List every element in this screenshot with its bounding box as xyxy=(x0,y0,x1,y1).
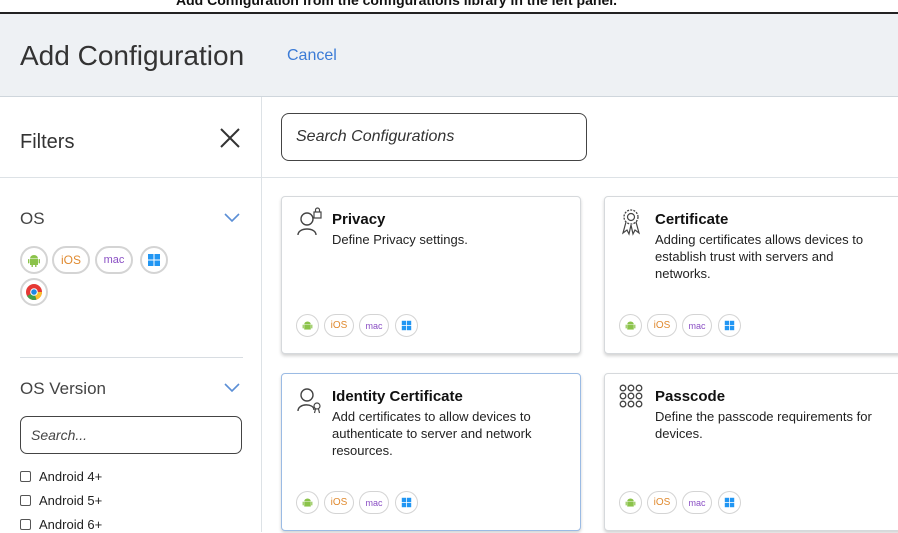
cancel-link[interactable]: Cancel xyxy=(287,47,337,65)
certificate-icon xyxy=(619,207,643,242)
mac-badge: mac xyxy=(682,314,712,337)
os-version-filter-title: OS Version xyxy=(20,379,106,398)
android-icon xyxy=(619,314,642,337)
config-card-privacy[interactable]: Privacy Define Privacy settings. iOS mac xyxy=(281,196,581,354)
card-title: Passcode xyxy=(655,388,726,405)
ios-badge: iOS xyxy=(324,314,354,337)
windows-icon xyxy=(147,253,161,267)
os-filter-windows[interactable] xyxy=(140,246,168,274)
checkbox[interactable] xyxy=(20,494,31,506)
config-card-certificate[interactable]: Certificate Adding certificates allows d… xyxy=(604,196,898,354)
config-card-passcode[interactable]: Passcode Define the passcode requirement… xyxy=(604,373,898,531)
card-description: Define the passcode requirements for dev… xyxy=(655,409,872,441)
windows-icon xyxy=(395,314,418,337)
checkbox[interactable] xyxy=(20,518,31,530)
android-icon xyxy=(26,252,42,268)
cropped-top-text: Add Configuration from the configuration… xyxy=(176,0,618,8)
os-version-option[interactable]: Android 6+ xyxy=(20,515,102,533)
filters-sidebar: Filters OS iOS mac OS Version Android 4+… xyxy=(0,97,262,532)
config-card-identity-certificate[interactable]: Identity Certificate Add certificates to… xyxy=(281,373,581,531)
os-filter-android[interactable] xyxy=(20,246,48,274)
page-title: Add Configuration xyxy=(20,40,245,71)
os-filter-ios[interactable]: iOS xyxy=(52,246,90,274)
cropped-top-strip: Add Configuration from the configuration… xyxy=(0,0,898,12)
android-icon xyxy=(296,491,319,514)
os-filter-mac[interactable]: mac xyxy=(95,246,133,274)
chrome-icon xyxy=(25,283,43,301)
windows-icon xyxy=(718,491,741,514)
mac-badge: mac xyxy=(359,491,389,514)
mac-badge: mac xyxy=(682,491,712,514)
close-icon[interactable] xyxy=(219,127,241,149)
filters-header: Filters xyxy=(0,97,261,178)
card-title: Identity Certificate xyxy=(332,388,463,405)
privacy-icon xyxy=(296,207,324,242)
os-version-search-input[interactable] xyxy=(20,416,242,454)
identity-certificate-icon xyxy=(296,384,324,419)
android-icon xyxy=(619,491,642,514)
os-filter-chrome[interactable] xyxy=(20,278,48,306)
card-description: Adding certificates allows devices to es… xyxy=(655,232,864,281)
modal-header: Add Configuration Cancel xyxy=(0,14,898,97)
configuration-library: Privacy Define Privacy settings. iOS mac… xyxy=(262,97,898,532)
ios-badge: iOS xyxy=(647,314,677,337)
search-bar xyxy=(262,97,898,178)
ios-badge: iOS xyxy=(324,491,354,514)
windows-icon xyxy=(395,491,418,514)
card-title: Privacy xyxy=(332,211,386,228)
card-title: Certificate xyxy=(655,211,729,228)
section-divider xyxy=(20,357,243,358)
add-configuration-modal: Add Configuration Cancel Filters OS iOS … xyxy=(0,12,898,532)
windows-icon xyxy=(718,314,741,337)
card-description: Add certificates to allow devices to aut… xyxy=(332,409,532,458)
chevron-down-icon[interactable] xyxy=(224,213,240,223)
os-filter-title: OS xyxy=(20,209,45,228)
filters-title: Filters xyxy=(20,131,75,153)
ios-badge: iOS xyxy=(647,491,677,514)
search-configurations-input[interactable] xyxy=(281,113,587,161)
passcode-icon xyxy=(619,384,643,413)
os-version-option[interactable]: Android 4+ xyxy=(20,467,102,485)
os-version-option[interactable]: Android 5+ xyxy=(20,491,102,509)
card-description: Define Privacy settings. xyxy=(332,232,468,247)
checkbox[interactable] xyxy=(20,470,31,482)
mac-badge: mac xyxy=(359,314,389,337)
chevron-down-icon[interactable] xyxy=(224,383,240,393)
android-icon xyxy=(296,314,319,337)
